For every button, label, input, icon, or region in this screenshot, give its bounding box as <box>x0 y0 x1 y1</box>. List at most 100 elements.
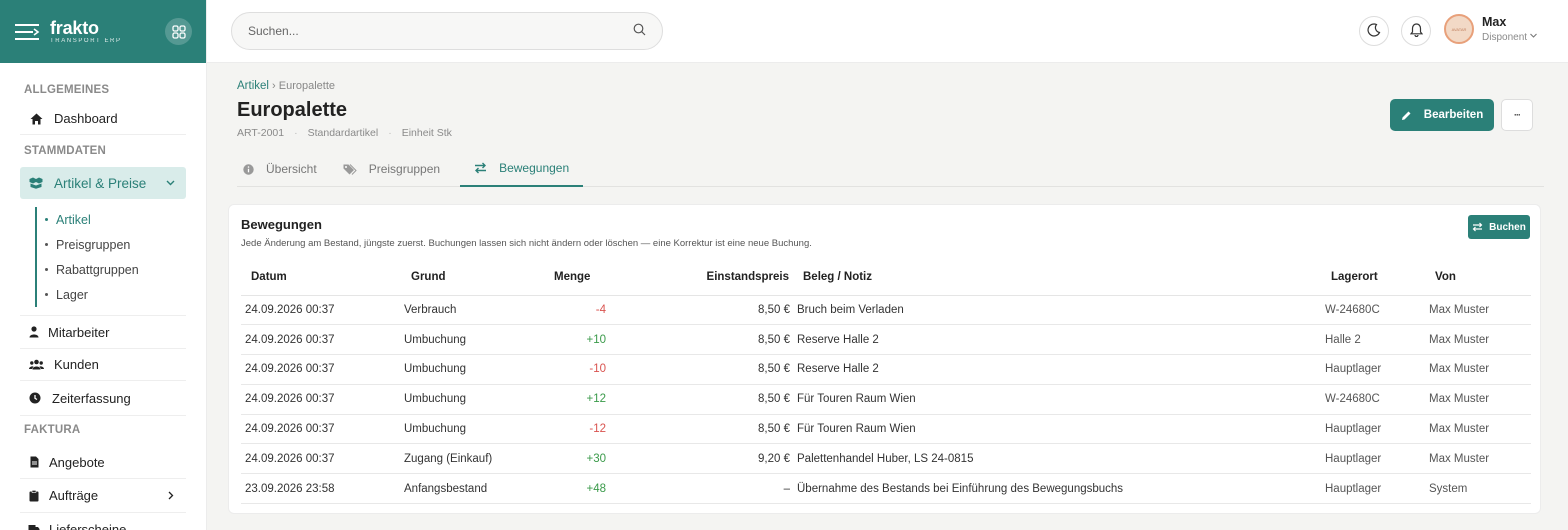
bullet-icon <box>45 243 48 246</box>
cell-quantity: -10 <box>550 354 636 385</box>
brand-name: frakto <box>50 18 99 38</box>
bullet-icon <box>45 268 48 271</box>
cell-quantity: -12 <box>550 414 636 445</box>
sidebar-item-label: Zeiterfassung <box>52 390 131 406</box>
chevron-down-icon <box>165 176 176 191</box>
breadcrumb-separator: › <box>272 80 276 92</box>
users-icon <box>28 357 44 373</box>
sidebar-item-orders[interactable]: Aufträge <box>20 479 186 513</box>
file-icon <box>28 454 40 470</box>
cell-reason: Anfangsbestand <box>400 473 550 505</box>
col-header-cost-price[interactable]: Einstandspreis <box>636 260 793 296</box>
info-icon <box>243 163 254 175</box>
table-row[interactable]: 24.09.2026 00:37 Umbuchung +10 8,50 € Reserv… <box>241 324 1531 356</box>
cell-reference: Reserve Halle 2 <box>793 324 1321 356</box>
edit-button-label: Bearbeiten <box>1423 109 1484 121</box>
table-row[interactable]: 24.09.2026 00:37 Umbuchung +12 8,50 € Für To… <box>241 384 1531 415</box>
article-meta: ART-2001 · Standardartikel · Einheit Stk <box>237 127 452 139</box>
col-header-location[interactable]: Lagerort <box>1321 260 1425 296</box>
search-input[interactable] <box>248 24 633 38</box>
cell-by: Max Muster <box>1425 354 1531 385</box>
user-role: Disponent <box>1482 31 1538 43</box>
cell-quantity: +30 <box>550 443 636 475</box>
col-header-reason[interactable]: Grund <box>400 260 550 296</box>
cell-cost-price: 8,50 € <box>636 324 793 356</box>
top-bar: AVATAR Max Disponent <box>207 0 1568 63</box>
dark-mode-button[interactable] <box>1359 16 1389 46</box>
cell-cost-price: 8,50 € <box>636 384 793 415</box>
cell-location: Hauptlager <box>1321 414 1425 445</box>
more-options-button[interactable]: ··· <box>1501 99 1533 131</box>
col-header-quantity[interactable]: Menge <box>550 260 636 296</box>
movements-table: Datum Grund Menge Einstandspreis Beleg /… <box>241 260 1531 505</box>
col-header-by[interactable]: Von <box>1425 260 1531 296</box>
sidebar-item-customers[interactable]: Kunden <box>20 349 186 381</box>
cell-reason: Zugang (Einkauf) <box>400 443 550 475</box>
table-body: 24.09.2026 00:37 Verbrauch -4 8,50 € Bruch b… <box>241 295 1531 505</box>
clock-icon <box>28 390 42 406</box>
truck-icon <box>28 522 40 530</box>
brand-bar: frakto TRANSPORT ERP <box>0 0 206 63</box>
search-icon[interactable] <box>633 23 646 39</box>
tab-movements[interactable]: Bewegungen <box>460 151 584 187</box>
cell-location: W-24680C <box>1321 384 1425 415</box>
cell-reason: Umbuchung <box>400 354 550 385</box>
cell-reference: Bruch beim Verladen <box>793 295 1321 326</box>
menu-icon[interactable] <box>14 21 40 43</box>
pencil-icon <box>1401 110 1418 121</box>
cell-date: 24.09.2026 00:37 <box>241 295 400 326</box>
sidebar-item-label: Kunden <box>54 357 99 372</box>
article-sku: ART-2001 <box>237 127 285 139</box>
subnav-item-lager[interactable]: Lager <box>45 282 186 307</box>
cell-quantity: -4 <box>550 295 636 326</box>
subnav-item-preisgruppen[interactable]: Preisgruppen <box>45 232 186 257</box>
table-header-row: Datum Grund Menge Einstandspreis Beleg /… <box>241 260 1531 296</box>
meta-separator: · <box>388 127 392 139</box>
sidebar-item-label: Artikel & Preise <box>54 175 147 191</box>
table-row[interactable]: 24.09.2026 00:37 Umbuchung -10 8,50 € Reserv… <box>241 354 1531 385</box>
col-header-reference[interactable]: Beleg / Notiz <box>793 260 1321 296</box>
page-title: Europalette <box>237 99 348 121</box>
cell-cost-price: 8,50 € <box>636 295 793 326</box>
movements-card: Bewegungen Jede Änderung am Bestand, jün… <box>228 204 1541 514</box>
cell-date: 24.09.2026 00:37 <box>241 414 400 445</box>
subnav-item-rabattgruppen[interactable]: Rabattgruppen <box>45 257 186 282</box>
search-box[interactable] <box>231 12 663 50</box>
tab-label: Preisgruppen <box>368 162 441 176</box>
table-row[interactable]: 23.09.2026 23:58 Anfangsbestand +48– Überna… <box>241 473 1531 505</box>
clipboard-icon <box>28 488 40 504</box>
tab-overview[interactable]: Übersicht <box>237 151 333 187</box>
section-master: STAMMDATEN <box>24 145 107 157</box>
sidebar-item-deliveries[interactable]: Lieferscheine <box>20 513 186 530</box>
cell-date: 24.09.2026 00:37 <box>241 354 400 385</box>
col-header-date[interactable]: Datum <box>241 260 400 296</box>
sidebar-item-employees[interactable]: Mitarbeiter <box>20 315 186 349</box>
sidebar-item-dashboard[interactable]: Dashboard <box>20 103 186 135</box>
table-row[interactable]: 24.09.2026 00:37 Zugang (Einkauf) +30 9,20 … <box>241 443 1531 475</box>
logo[interactable]: frakto TRANSPORT ERP <box>50 19 122 44</box>
notifications-button[interactable] <box>1401 16 1431 46</box>
table-row[interactable]: 24.09.2026 00:37 Umbuchung -12 8,50 € Für To… <box>241 414 1531 445</box>
sidebar-item-articles-prices[interactable]: Artikel & Preise <box>20 167 186 199</box>
subnav-item-artikel[interactable]: Artikel <box>45 207 186 232</box>
breadcrumb-current: Europalette <box>278 80 336 92</box>
cell-date: 23.09.2026 23:58 <box>241 473 400 505</box>
apps-grid-icon[interactable] <box>165 18 192 45</box>
table-row[interactable]: 24.09.2026 00:37 Verbrauch -4 8,50 € Bruch b… <box>241 295 1531 326</box>
breadcrumb-link-artikel[interactable]: Artikel <box>237 80 269 92</box>
edit-button[interactable]: Bearbeiten <box>1390 99 1494 131</box>
tab-price-groups[interactable]: Preisgruppen <box>337 151 456 187</box>
avatar[interactable]: AVATAR <box>1444 14 1474 44</box>
cell-quantity: +12 <box>550 384 636 415</box>
book-button[interactable]: Buchen <box>1468 215 1530 239</box>
sidebar-item-time-tracking[interactable]: Zeiterfassung <box>20 381 186 416</box>
cell-location: Halle 2 <box>1321 324 1425 356</box>
sidebar-item-offers[interactable]: Angebote <box>20 446 186 479</box>
cell-reason: Umbuchung <box>400 384 550 415</box>
sidebar-nav: ALLGEMEINES Dashboard STAMMDATEN Artikel… <box>0 84 206 530</box>
sidebar-item-label: Aufträge <box>49 488 99 503</box>
cell-cost-price: – <box>636 473 793 505</box>
section-billing: FAKTURA <box>24 424 81 436</box>
user-menu[interactable]: AVATAR Max Disponent <box>1444 14 1538 44</box>
cell-reference: Übernahme des Bestands bei Einführung de… <box>793 473 1321 505</box>
